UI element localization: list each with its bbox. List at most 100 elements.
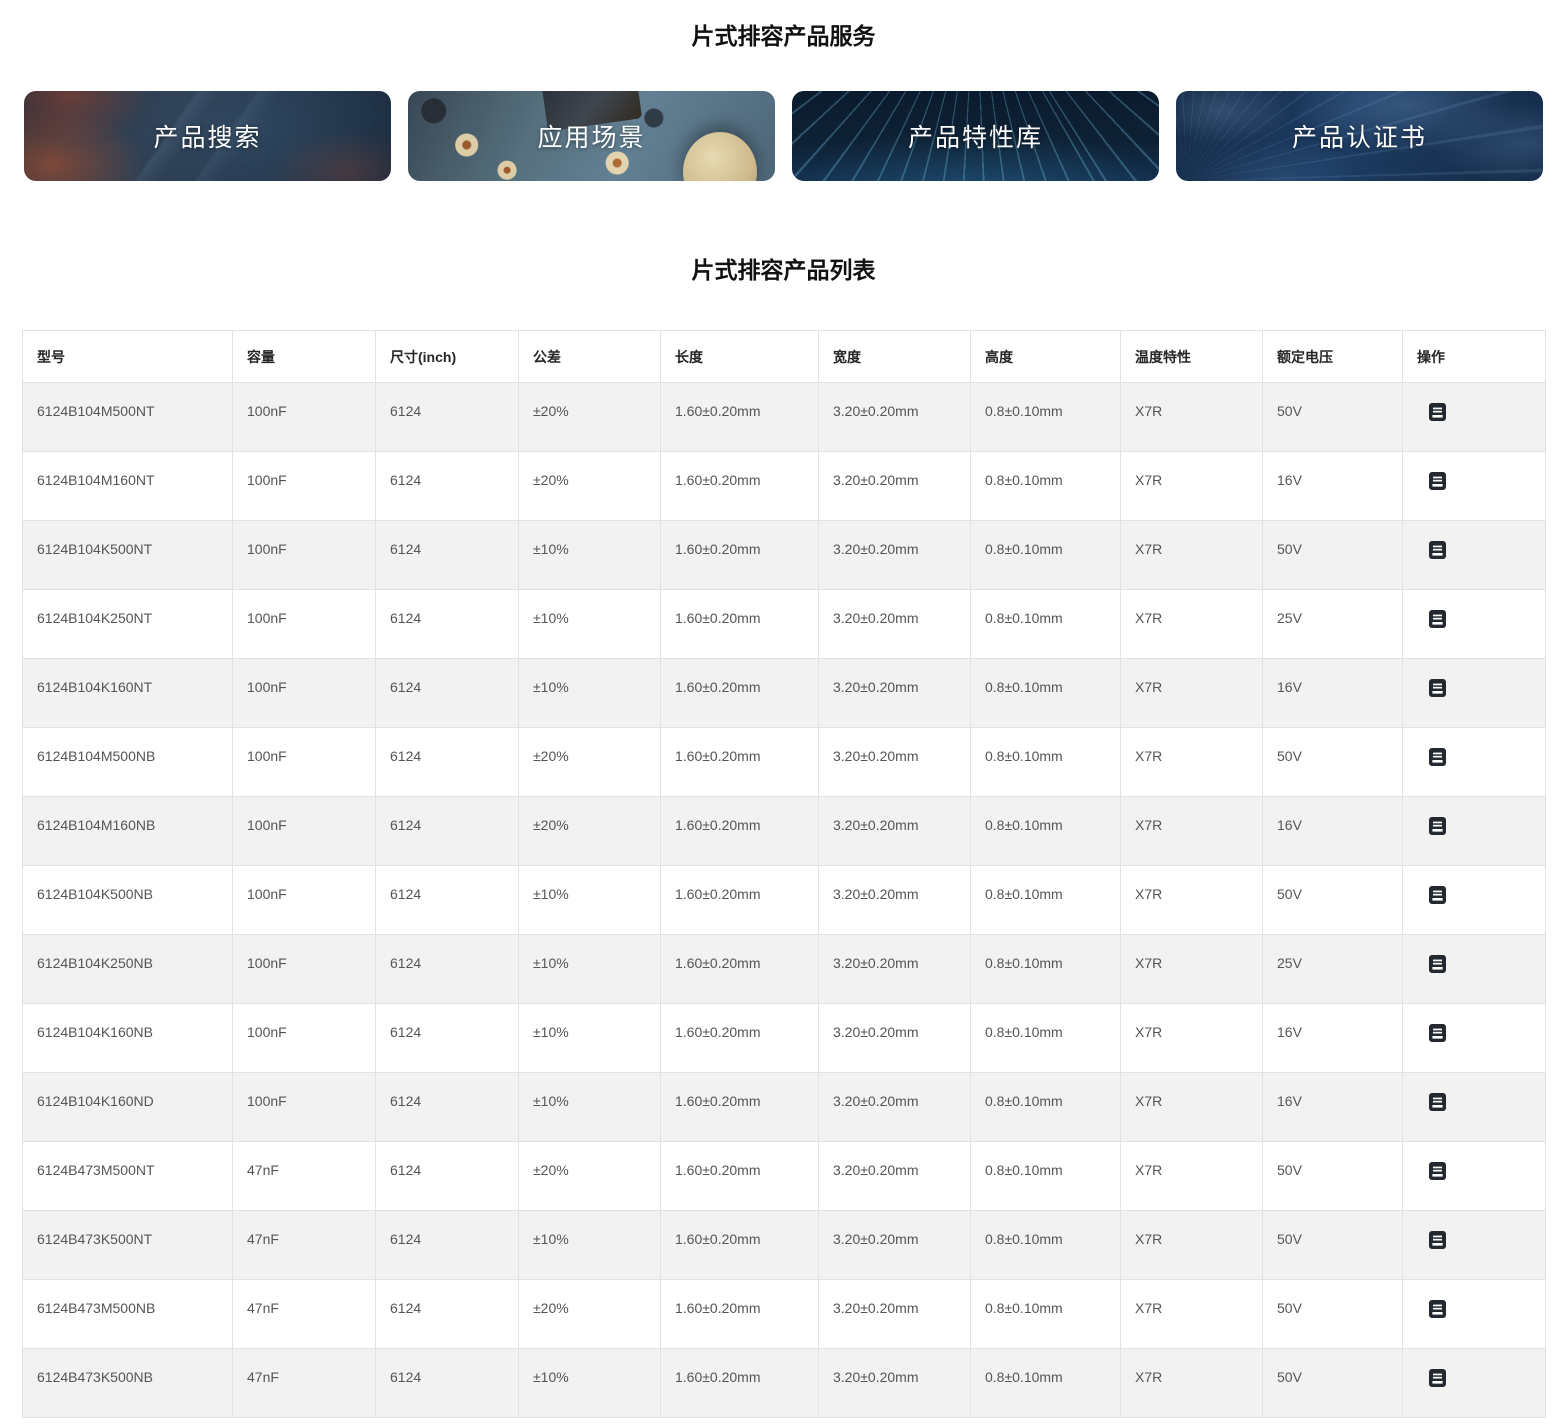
column-header-action: 操作 (1402, 330, 1546, 383)
cell-model: 6124B104M500NB (22, 727, 233, 797)
document-icon[interactable] (1429, 1162, 1446, 1180)
cell-height: 0.8±0.10mm (970, 1072, 1121, 1142)
table-row: 6124B104K250NT 100nF 6124 ±10% 1.60±0.20mm 3.… (22, 589, 1546, 659)
cell-tolerance: ±10% (518, 1072, 661, 1142)
product-table: 型号 容量 尺寸(inch) 公差 长度 宽度 高度 温度特性 额定电压 操作 … (22, 330, 1546, 1418)
cell-size: 6124 (375, 1141, 519, 1211)
cell-voltage: 16V (1262, 1003, 1403, 1073)
cell-width: 3.20±0.20mm (818, 796, 971, 866)
cell-voltage: 50V (1262, 1210, 1403, 1280)
table-row: 6124B104M160NB 100nF 6124 ±20% 1.60±0.20mm 3.… (22, 796, 1546, 866)
column-header-rated-voltage: 额定电压 (1262, 330, 1403, 383)
document-icon[interactable] (1429, 1024, 1446, 1042)
document-icon[interactable] (1429, 610, 1446, 628)
cell-model: 6124B473K500NT (22, 1210, 233, 1280)
cell-width: 3.20±0.20mm (818, 1279, 971, 1349)
cell-length: 1.60±0.20mm (660, 1348, 819, 1418)
document-icon[interactable] (1429, 748, 1446, 766)
cell-voltage: 50V (1262, 520, 1403, 590)
card-product-certificates[interactable]: 产品认证书 (1176, 91, 1543, 181)
cell-capacity: 100nF (232, 865, 376, 935)
cell-voltage: 16V (1262, 451, 1403, 521)
cell-length: 1.60±0.20mm (660, 589, 819, 659)
cell-length: 1.60±0.20mm (660, 451, 819, 521)
cell-model: 6124B473M500NT (22, 1141, 233, 1211)
cell-width: 3.20±0.20mm (818, 1348, 971, 1418)
cell-width: 3.20±0.20mm (818, 1141, 971, 1211)
cell-height: 0.8±0.10mm (970, 796, 1121, 866)
cell-tolerance: ±10% (518, 658, 661, 728)
table-row: 6124B104K250NB 100nF 6124 ±10% 1.60±0.20mm 3.… (22, 934, 1546, 1004)
product-list-title: 片式排容产品列表 (691, 257, 876, 283)
table-row: 6124B104K500NT 100nF 6124 ±10% 1.60±0.20mm 3.… (22, 520, 1546, 590)
cell-width: 3.20±0.20mm (818, 658, 971, 728)
column-header-model: 型号 (22, 330, 233, 383)
cell-action (1402, 382, 1546, 452)
cell-action (1402, 1348, 1546, 1418)
document-icon[interactable] (1429, 817, 1446, 835)
table-row: 6124B104M500NB 100nF 6124 ±20% 1.60±0.20mm 3.… (22, 727, 1546, 797)
cell-width: 3.20±0.20mm (818, 589, 971, 659)
document-icon[interactable] (1429, 472, 1446, 490)
cell-voltage: 25V (1262, 589, 1403, 659)
cell-action (1402, 727, 1546, 797)
table-row: 6124B104K160NB 100nF 6124 ±10% 1.60±0.20mm 3.… (22, 1003, 1546, 1073)
document-icon[interactable] (1429, 1300, 1446, 1318)
document-icon[interactable] (1429, 1231, 1446, 1249)
column-header-capacity: 容量 (232, 330, 376, 383)
cell-length: 1.60±0.20mm (660, 1003, 819, 1073)
cell-voltage: 50V (1262, 1279, 1403, 1349)
cell-temp: X7R (1120, 796, 1263, 866)
document-icon[interactable] (1429, 541, 1446, 559)
table-row: 6124B104M160NT 100nF 6124 ±20% 1.60±0.20mm 3.… (22, 451, 1546, 521)
cell-temp: X7R (1120, 658, 1263, 728)
cell-height: 0.8±0.10mm (970, 1003, 1121, 1073)
cell-model: 6124B104M160NB (22, 796, 233, 866)
cell-size: 6124 (375, 658, 519, 728)
cell-size: 6124 (375, 796, 519, 866)
card-application-scenarios[interactable]: 应用场景 (408, 91, 775, 181)
cell-action (1402, 1141, 1546, 1211)
cell-temp: X7R (1120, 727, 1263, 797)
cell-size: 6124 (375, 934, 519, 1004)
cell-height: 0.8±0.10mm (970, 727, 1121, 797)
column-header-size: 尺寸(inch) (375, 330, 519, 383)
document-icon[interactable] (1429, 1369, 1446, 1387)
cell-length: 1.60±0.20mm (660, 1072, 819, 1142)
card-product-characteristics-library[interactable]: 产品特性库 (792, 91, 1159, 181)
cell-capacity: 100nF (232, 382, 376, 452)
document-icon[interactable] (1429, 403, 1446, 421)
cell-length: 1.60±0.20mm (660, 658, 819, 728)
cell-tolerance: ±20% (518, 382, 661, 452)
cell-size: 6124 (375, 1210, 519, 1280)
cell-voltage: 25V (1262, 934, 1403, 1004)
cell-size: 6124 (375, 1072, 519, 1142)
cell-size: 6124 (375, 865, 519, 935)
document-icon[interactable] (1429, 1093, 1446, 1111)
document-icon[interactable] (1429, 955, 1446, 973)
cell-action (1402, 451, 1546, 521)
cell-model: 6124B473K500NB (22, 1348, 233, 1418)
cell-voltage: 16V (1262, 658, 1403, 728)
cell-height: 0.8±0.10mm (970, 382, 1121, 452)
cell-temp: X7R (1120, 934, 1263, 1004)
cell-length: 1.60±0.20mm (660, 934, 819, 1004)
cell-tolerance: ±20% (518, 451, 661, 521)
document-icon[interactable] (1429, 679, 1446, 697)
cell-size: 6124 (375, 520, 519, 590)
cell-action (1402, 865, 1546, 935)
cell-width: 3.20±0.20mm (818, 934, 971, 1004)
document-icon[interactable] (1429, 886, 1446, 904)
cell-capacity: 47nF (232, 1348, 376, 1418)
table-row: 6124B473M500NT 47nF 6124 ±20% 1.60±0.20mm 3.2… (22, 1141, 1546, 1211)
cell-capacity: 100nF (232, 589, 376, 659)
cell-capacity: 100nF (232, 520, 376, 590)
cell-size: 6124 (375, 382, 519, 452)
cell-height: 0.8±0.10mm (970, 1279, 1121, 1349)
cell-height: 0.8±0.10mm (970, 1210, 1121, 1280)
cell-width: 3.20±0.20mm (818, 1072, 971, 1142)
cell-length: 1.60±0.20mm (660, 796, 819, 866)
cell-action (1402, 1279, 1546, 1349)
cell-width: 3.20±0.20mm (818, 1003, 971, 1073)
card-product-search[interactable]: 产品搜索 (24, 91, 391, 181)
